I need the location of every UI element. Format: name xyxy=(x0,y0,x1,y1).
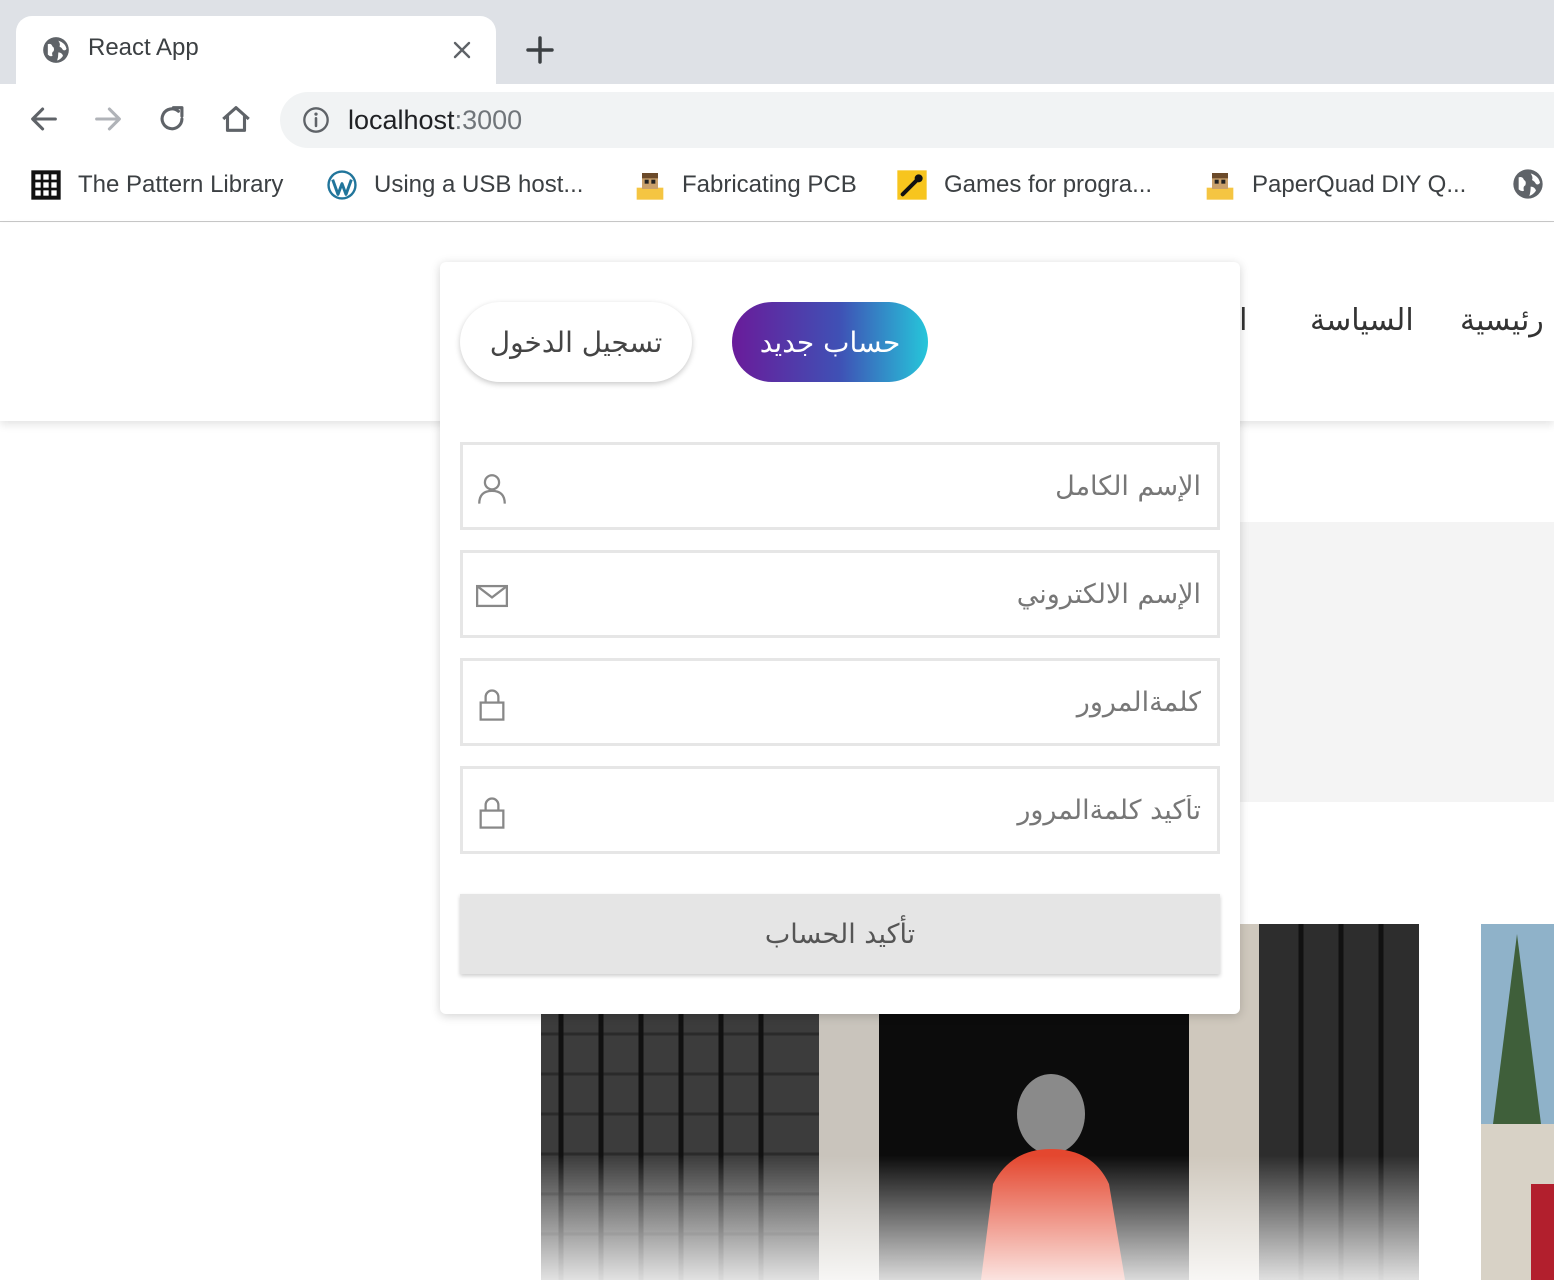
login-tab-label: تسجيل الدخول xyxy=(489,325,663,359)
grid-icon xyxy=(31,170,61,200)
forward-arrow-icon[interactable] xyxy=(91,102,125,136)
reload-icon[interactable] xyxy=(155,102,189,136)
globe-icon xyxy=(43,37,69,63)
confirm-account-label: تأكيد الحساب xyxy=(764,918,916,950)
full-name-input[interactable] xyxy=(533,445,1205,527)
browser-tab[interactable]: React App xyxy=(16,16,496,84)
bookmark-fabricating-pcb[interactable]: Fabricating PCB xyxy=(634,168,857,202)
bookmark-label: Games for progra... xyxy=(944,171,1153,198)
content-banner xyxy=(1240,522,1554,802)
home-icon[interactable] xyxy=(219,102,253,136)
nav-item-home[interactable]: رئيسية xyxy=(1460,303,1544,338)
bookmark-paperquad[interactable]: PaperQuad DIY Q... xyxy=(1204,168,1466,202)
bookmark-label: Fabricating PCB xyxy=(682,171,857,198)
news-photo-secondary[interactable] xyxy=(1481,924,1554,1280)
back-arrow-icon[interactable] xyxy=(27,102,61,136)
pixel-avatar-icon xyxy=(636,173,664,200)
bookmark-games-for-programmers[interactable]: Games for progra... xyxy=(896,168,1152,202)
news-photo-secondary-image xyxy=(1481,924,1554,1280)
address-bar[interactable]: localhost:3000 xyxy=(280,92,1554,148)
lock-icon xyxy=(479,797,505,829)
yellow-game-icon xyxy=(897,170,927,200)
new-tab-icon[interactable] xyxy=(524,34,556,66)
url-port: :3000 xyxy=(454,105,523,135)
envelope-icon xyxy=(475,584,509,608)
password-input[interactable] xyxy=(533,661,1205,743)
user-icon xyxy=(478,474,506,504)
pixel-avatar-icon xyxy=(1206,173,1234,200)
tab-title: React App xyxy=(88,34,199,61)
info-icon[interactable] xyxy=(302,106,330,134)
browser-tabstrip: React App xyxy=(0,0,1554,84)
bookmark-pattern-library[interactable]: The Pattern Library xyxy=(30,168,283,202)
nav-item-politics[interactable]: السياسة xyxy=(1310,303,1414,338)
auth-modal: تسجيل الدخول حساب جديد تأكيد الحساب xyxy=(440,262,1240,1014)
bookmark-label: The Pattern Library xyxy=(78,171,284,198)
password-field xyxy=(460,658,1220,746)
url-host: localhost xyxy=(348,105,455,135)
signup-tab[interactable]: حساب جديد xyxy=(732,302,928,382)
close-icon[interactable] xyxy=(450,38,474,62)
confirm-password-field xyxy=(460,766,1220,854)
email-field xyxy=(460,550,1220,638)
lock-icon xyxy=(479,689,505,721)
confirm-password-input[interactable] xyxy=(533,769,1205,851)
bookmark-usb-host[interactable]: Using a USB host... xyxy=(326,168,583,202)
globe-icon[interactable] xyxy=(1512,168,1544,200)
confirm-account-button[interactable]: تأكيد الحساب xyxy=(460,894,1220,974)
browser-toolbar: localhost:3000 xyxy=(0,84,1554,154)
signup-tab-label: حساب جديد xyxy=(759,325,901,359)
full-name-field xyxy=(460,442,1220,530)
wordpress-icon xyxy=(327,170,357,200)
bookmark-label: Using a USB host... xyxy=(374,171,584,198)
bookmark-label: PaperQuad DIY Q... xyxy=(1252,171,1467,198)
bookmarks-bar: The Pattern Library Using a USB host... … xyxy=(0,154,1554,222)
email-input[interactable] xyxy=(533,553,1205,635)
login-tab[interactable]: تسجيل الدخول xyxy=(460,302,692,382)
url-text: localhost:3000 xyxy=(348,105,522,136)
